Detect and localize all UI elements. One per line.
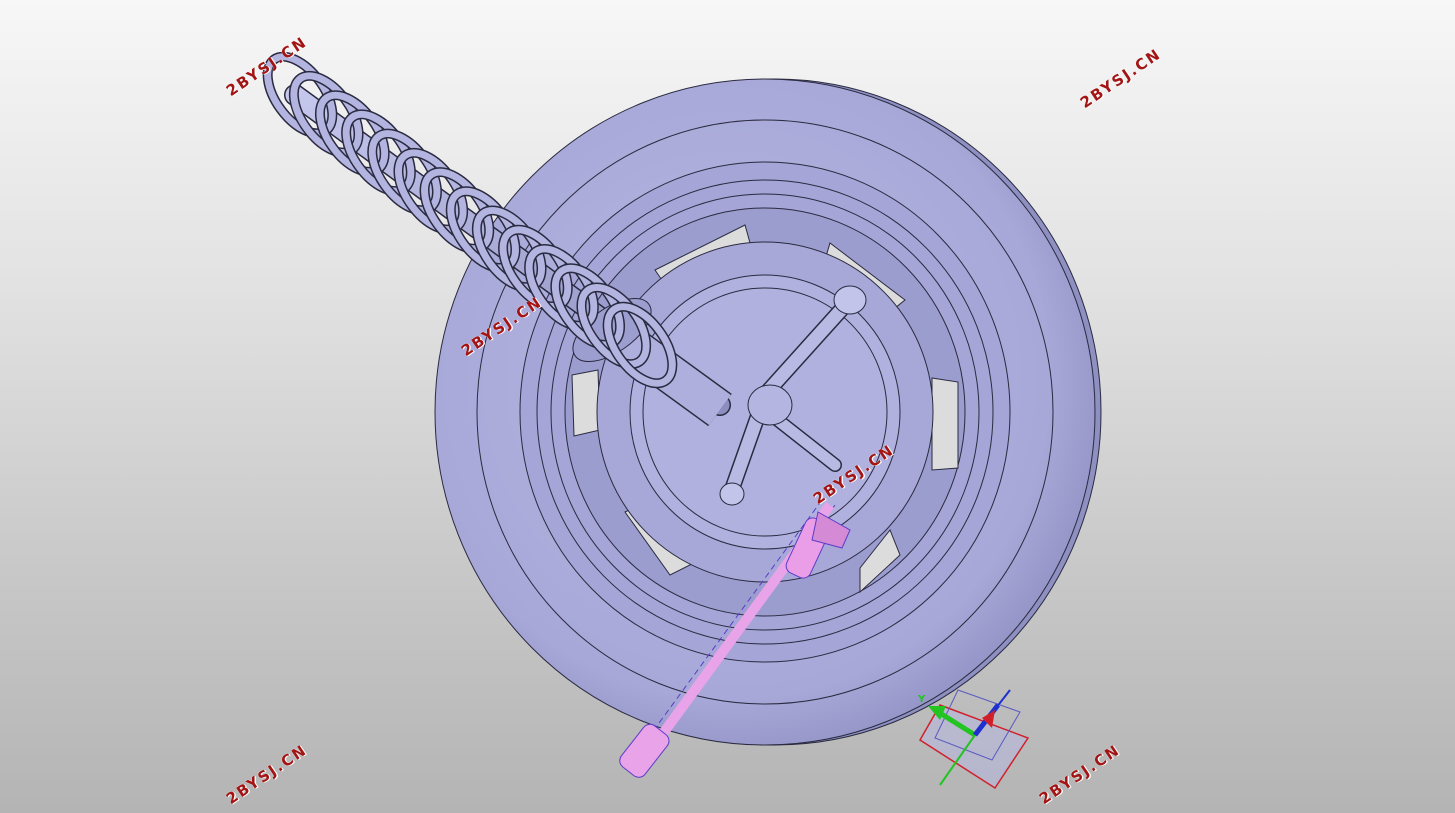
model-canvas[interactable]: Y <box>0 0 1455 813</box>
triad-y-label: Y <box>917 694 926 705</box>
graphics-viewport[interactable]: Y 2BYSJ.CN 2BYSJ.CN 2BYSJ.CN 2BYSJ.CN 2B… <box>0 0 1455 813</box>
wheel-model[interactable] <box>434 78 1102 746</box>
coordinate-triad[interactable]: Y <box>917 689 1030 790</box>
